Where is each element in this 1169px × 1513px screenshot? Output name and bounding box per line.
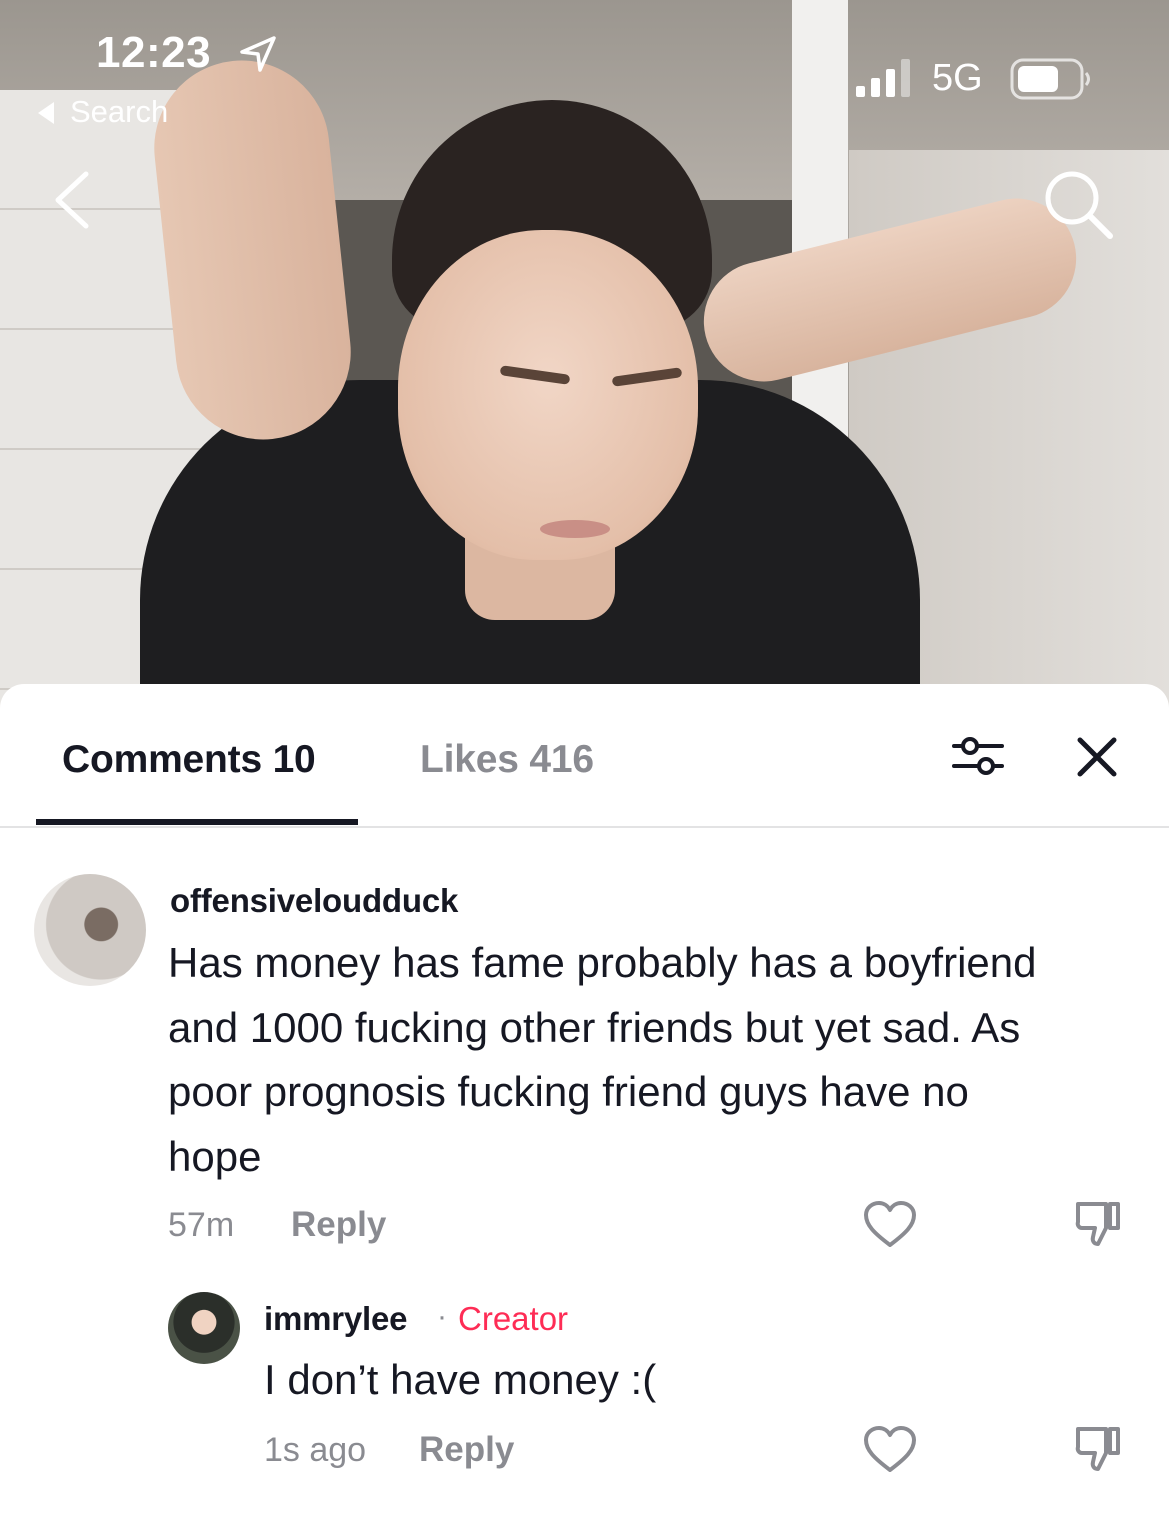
avatar[interactable] — [168, 1292, 240, 1364]
back-to-app-label: Search — [70, 94, 169, 129]
heart-icon[interactable] — [862, 1200, 918, 1250]
chevron-left-icon[interactable] — [48, 168, 98, 232]
search-icon[interactable] — [1040, 166, 1116, 242]
active-tab-indicator — [36, 819, 358, 825]
signal-icon — [856, 59, 910, 97]
video-person-face — [398, 230, 698, 560]
comment-text: I don’t have money :( — [264, 1356, 657, 1403]
close-icon[interactable] — [1074, 734, 1120, 780]
status-time: 12:23 — [96, 28, 212, 77]
dislike-icon[interactable] — [1072, 1423, 1124, 1475]
comment-timestamp: 57m — [168, 1206, 235, 1244]
tabs-divider — [0, 826, 1169, 828]
avatar[interactable] — [34, 874, 146, 986]
comment-timestamp: 1s ago — [264, 1431, 367, 1469]
reply-button[interactable]: Reply — [419, 1430, 514, 1470]
heart-icon[interactable] — [862, 1425, 918, 1475]
network-type: 5G — [932, 57, 983, 99]
username-separator: · — [437, 1300, 447, 1333]
sliders-icon[interactable] — [950, 732, 1006, 780]
comment-text: Has money has fame probably has a boyfri… — [168, 939, 1037, 1180]
comment-username[interactable]: offensiveloudduck — [170, 882, 458, 920]
tab-likes[interactable]: Likes 416 — [420, 738, 594, 782]
tab-comments[interactable]: Comments 10 — [62, 738, 316, 782]
reply-button[interactable]: Reply — [291, 1205, 386, 1245]
battery-icon — [1010, 58, 1090, 100]
back-triangle-icon — [38, 102, 54, 124]
comment-username[interactable]: immrylee — [264, 1300, 408, 1338]
dislike-icon[interactable] — [1072, 1198, 1124, 1250]
creator-badge: Creator — [458, 1300, 569, 1337]
back-to-app-button[interactable]: Search — [38, 94, 168, 130]
video-preview[interactable] — [0, 0, 1169, 720]
video-person-lips — [540, 520, 610, 538]
location-arrow-icon — [240, 36, 276, 72]
